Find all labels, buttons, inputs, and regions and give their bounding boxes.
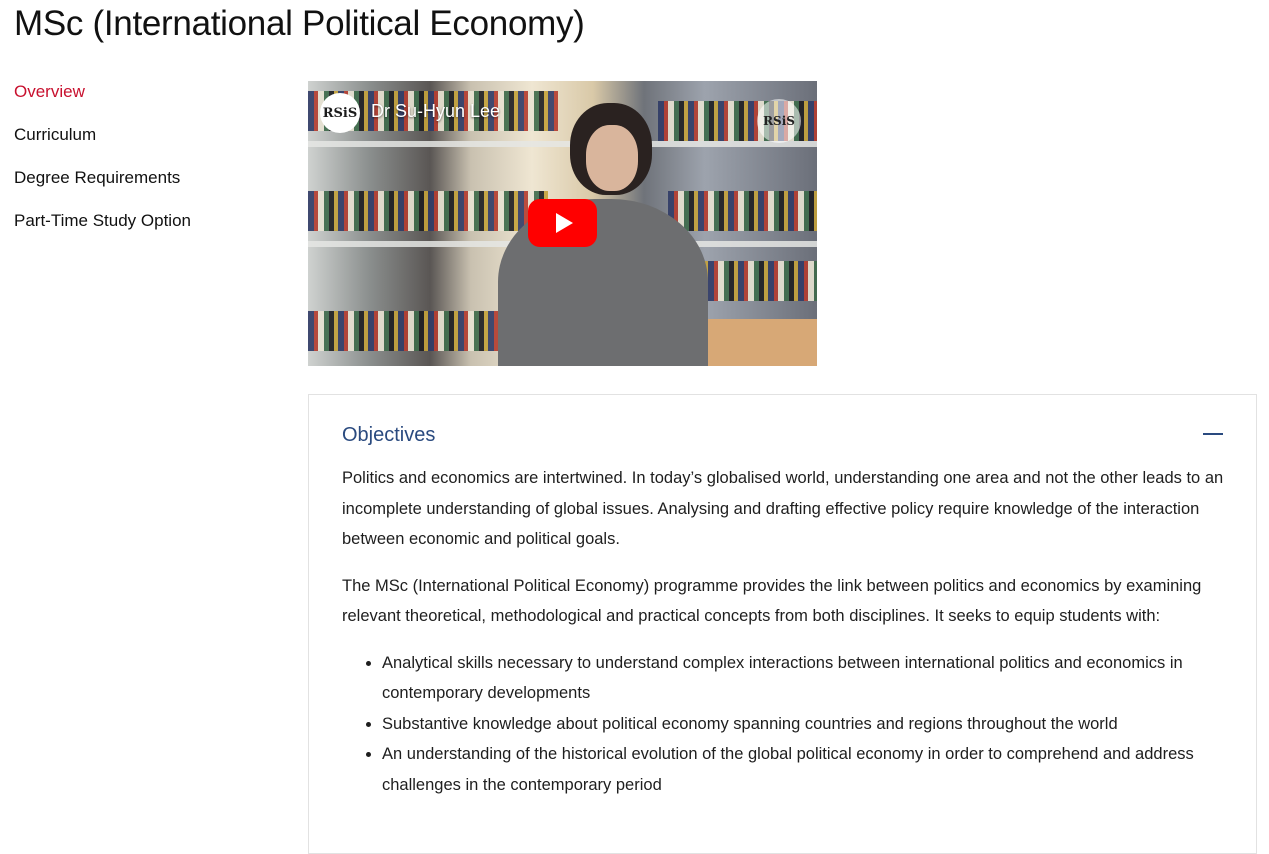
watermark-logo: RSiS	[757, 99, 801, 143]
sidebar-item-overview[interactable]: Overview	[14, 80, 274, 123]
page-title: MSc (International Political Economy)	[14, 4, 585, 43]
list-item: Analytical skills necessary to understan…	[382, 648, 1227, 709]
sidebar-item-degree-requirements[interactable]: Degree Requirements	[14, 166, 274, 209]
video-title[interactable]: Dr Su-Hyun Lee	[371, 101, 500, 122]
shelf-line	[308, 141, 817, 147]
channel-logo[interactable]: RSiS	[320, 93, 360, 133]
bookshelf-left-middle	[308, 191, 548, 231]
objectives-header[interactable]: Objectives	[342, 421, 1223, 451]
objectives-body: Politics and economics are intertwined. …	[342, 463, 1227, 800]
list-item: An understanding of the historical evolu…	[382, 739, 1227, 800]
objectives-title[interactable]: Objectives	[342, 421, 1223, 449]
play-icon	[555, 213, 573, 233]
minus-icon[interactable]	[1203, 433, 1223, 435]
play-button[interactable]	[528, 199, 597, 247]
objectives-paragraph: Politics and economics are intertwined. …	[342, 469, 1224, 548]
bookshelf-right-middle	[668, 191, 817, 231]
sidebar-nav: Overview Curriculum Degree Requirements …	[14, 80, 274, 252]
list-item: Substantive knowledge about political ec…	[382, 709, 1227, 740]
speaker-face	[586, 125, 638, 191]
sidebar-item-curriculum[interactable]: Curriculum	[14, 123, 274, 166]
bench	[708, 319, 817, 366]
objectives-list: Analytical skills necessary to understan…	[342, 648, 1227, 801]
sidebar-item-part-time-study-option[interactable]: Part-Time Study Option	[14, 209, 274, 252]
objectives-paragraph: The MSc (International Political Economy…	[342, 576, 1202, 626]
objectives-panel: Objectives Politics and economics are in…	[308, 394, 1257, 854]
video-player[interactable]: RSiS Dr Su-Hyun Lee RSiS	[308, 81, 817, 366]
